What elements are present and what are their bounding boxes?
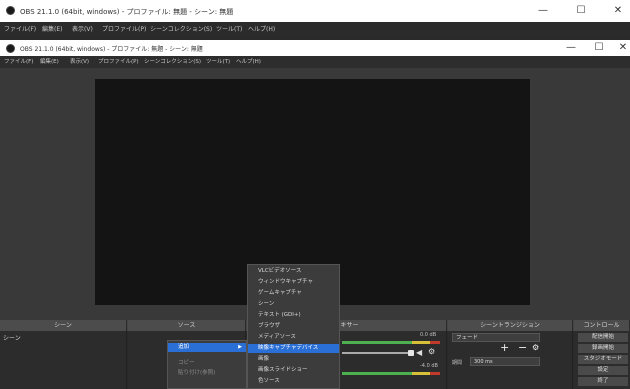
add-transition-button[interactable]: + [500, 341, 509, 354]
inner-menu-scene-collection[interactable]: シーンコレクション(S) [144, 57, 201, 65]
start-streaming-button[interactable]: 配信開始 [578, 333, 628, 342]
gear-icon[interactable]: ⚙ [428, 347, 435, 356]
submenu-window-capture[interactable]: ウィンドウキャプチャ [248, 278, 339, 287]
studio-mode-button[interactable]: スタジオモード [578, 355, 628, 364]
outer-menu-bar: ファイル(F) 編集(E) 表示(V) プロファイル(P) シーンコレクション(… [0, 22, 630, 35]
submenu-media-source[interactable]: メディアソース [248, 333, 339, 342]
mixer-meter-1-yellow [412, 341, 430, 344]
submenu-scene[interactable]: シーン [248, 300, 339, 309]
context-menu-copy[interactable]: コピー [168, 359, 246, 368]
submenu-browser[interactable]: ブラウザ [248, 322, 339, 331]
transition-gear-icon[interactable]: ⚙ [532, 343, 539, 352]
context-menu-add-label: 追加 [178, 344, 190, 350]
outer-menu-profile[interactable]: プロファイル(P) [102, 24, 146, 33]
inner-close-button[interactable]: ✕ [608, 42, 630, 53]
submenu-image-slideshow[interactable]: 画像スライドショー [248, 366, 339, 375]
outer-menu-edit[interactable]: 編集(E) [42, 24, 62, 33]
inner-menu-profile[interactable]: プロファイル(P) [98, 57, 139, 65]
scene-list-item[interactable]: シーン [3, 333, 21, 342]
speaker-icon[interactable]: ◀ [416, 348, 422, 357]
context-menu-add[interactable]: 追加 ▶ [168, 343, 246, 352]
outer-minimize-button[interactable]: — [528, 5, 558, 16]
inner-menu-help[interactable]: ヘルプ(H) [236, 57, 261, 65]
outer-maximize-button[interactable]: ☐ [566, 5, 596, 16]
inner-menu-bar: ファイル(F) 編集(E) 表示(V) プロファイル(P) シーンコレクション(… [0, 56, 630, 68]
submenu-arrow-icon: ▶ [238, 344, 242, 350]
obs-logo-icon [6, 6, 15, 15]
submenu-video-capture-device[interactable]: 映像キャプチャデバイス [248, 344, 339, 353]
inner-minimize-button[interactable]: — [556, 42, 586, 53]
controls-dock-header: コントロール [574, 320, 630, 331]
mixer-volume-slider[interactable] [342, 352, 412, 354]
outer-menu-view[interactable]: 表示(V) [72, 24, 93, 33]
inner-menu-view[interactable]: 表示(V) [70, 57, 89, 65]
transitions-dock-header: シーントランジション [448, 320, 573, 331]
submenu-game-capture[interactable]: ゲームキャプチャ [248, 289, 339, 298]
duration-value: 300 ms [474, 359, 493, 365]
mixer-meter-1-red [430, 341, 440, 344]
mixer-meter-2-red [430, 372, 440, 375]
add-source-submenu: VLCビデオソース ウィンドウキャプチャ ゲームキャプチャ シーン テキスト (… [247, 264, 340, 389]
settings-button[interactable]: 設定 [578, 366, 628, 375]
duration-spinbox[interactable]: 300 ms [470, 357, 540, 366]
outer-title-bar: OBS 21.1.0 (64bit, windows) - プロファイル: 無題… [0, 0, 630, 22]
scenes-dock-header: シーン [0, 320, 127, 331]
transition-type-value: フェード [456, 335, 479, 341]
inner-menu-tools[interactable]: ツール(T) [206, 57, 230, 65]
inner-menu-edit[interactable]: 編集(E) [40, 57, 59, 65]
outer-menu-tools[interactable]: ツール(T) [216, 24, 242, 33]
outer-close-button[interactable]: ✕ [603, 5, 630, 16]
outer-window-title: OBS 21.1.0 (64bit, windows) - プロファイル: 無題… [20, 8, 234, 16]
submenu-image[interactable]: 画像 [248, 355, 339, 364]
outer-menu-scene-collection[interactable]: シーンコレクション(S) [150, 24, 212, 33]
source-context-menu: 追加 ▶ コピー 貼り付け(参照) [167, 340, 247, 389]
duration-label: 期間 [452, 360, 463, 366]
context-menu-paste-reference[interactable]: 貼り付け(参照) [168, 369, 246, 378]
mixer-meter-1-green [342, 341, 412, 344]
mixer-meter-2-green [342, 372, 412, 375]
inner-title-bar: OBS 21.1.0 (64bit, windows) - プロファイル: 無題… [0, 40, 630, 56]
start-recording-button[interactable]: 録画開始 [578, 344, 628, 353]
mixer-db-readout-2: -4.0 dB [420, 363, 438, 369]
inner-window-title: OBS 21.1.0 (64bit, windows) - プロファイル: 無題… [20, 46, 203, 53]
inner-menu-file[interactable]: ファイル(F) [4, 57, 33, 65]
submenu-vlc-video-source[interactable]: VLCビデオソース [248, 267, 339, 276]
inner-obs-logo-icon [6, 44, 15, 53]
sources-dock-header: ソース [128, 320, 246, 331]
submenu-color-source[interactable]: 色ソース [248, 377, 339, 386]
submenu-text-gdi[interactable]: テキスト (GDI+) [248, 311, 339, 320]
mixer-meter-2-yellow [412, 372, 430, 375]
remove-transition-button[interactable]: − [518, 341, 527, 354]
outer-menu-file[interactable]: ファイル(F) [4, 24, 36, 33]
outer-menu-help[interactable]: ヘルプ(H) [248, 24, 275, 33]
mixer-db-readout-1: 0.0 dB [420, 332, 437, 338]
exit-button[interactable]: 終了 [578, 377, 628, 386]
mixer-volume-handle[interactable] [408, 350, 414, 356]
